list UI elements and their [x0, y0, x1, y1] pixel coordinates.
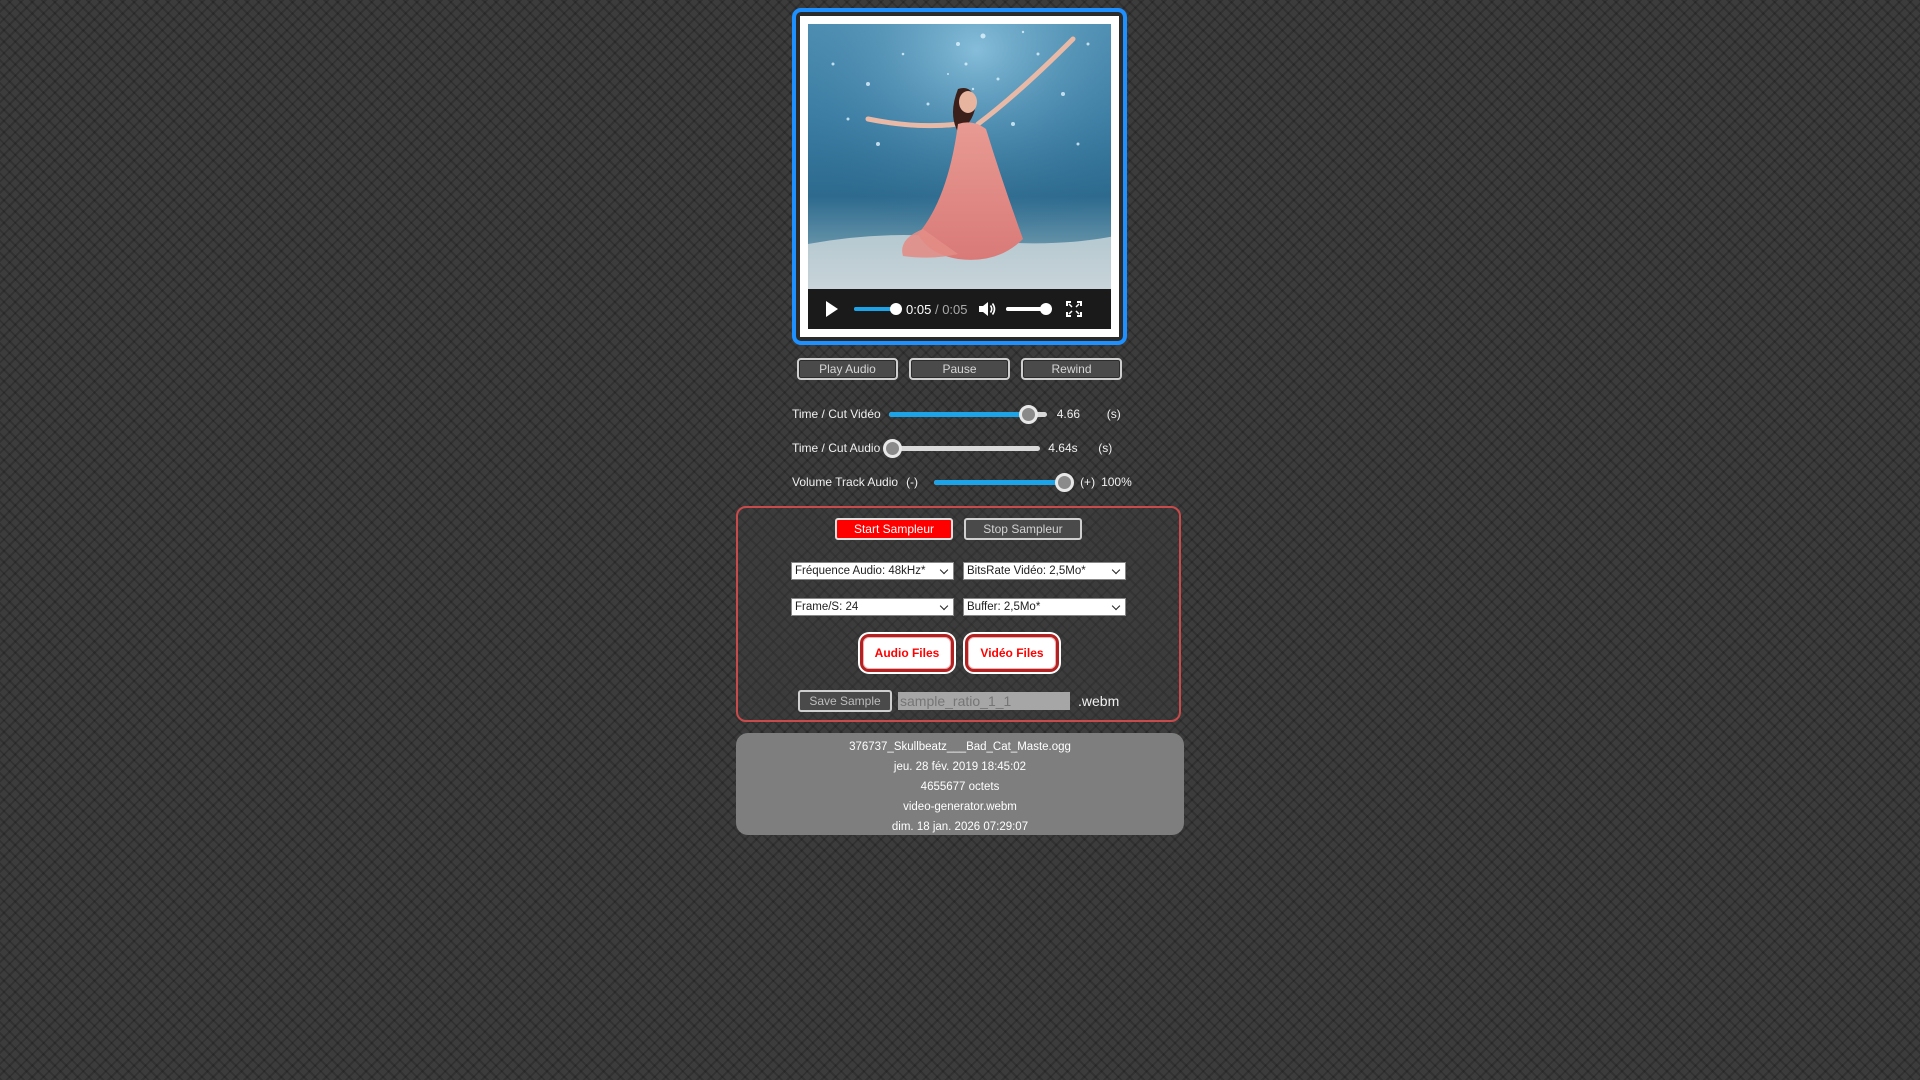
- pause-button[interactable]: Pause: [909, 358, 1010, 380]
- video-file-name: video-generator.webm: [903, 801, 1017, 813]
- buffer-value: Buffer: 2,5Mo*: [967, 601, 1041, 613]
- audio-cut-slider[interactable]: [883, 438, 1041, 458]
- sampler-panel: Start Sampleur Stop Sampleur Fréquence A…: [736, 506, 1181, 722]
- video-bitrate-value: BitsRate Vidéo: 2,5Mo*: [967, 565, 1086, 577]
- volume-icon[interactable]: [978, 301, 996, 317]
- audio-frequency-select[interactable]: Fréquence Audio: 48kHz*: [791, 562, 954, 580]
- video-bitrate-select[interactable]: BitsRate Vidéo: 2,5Mo*: [963, 562, 1126, 580]
- volume-plus-label: (+): [1080, 475, 1096, 489]
- video-cut-label: Time / Cut Vidéo: [792, 407, 881, 421]
- play-audio-button[interactable]: Play Audio: [797, 358, 898, 380]
- video-cut-knob[interactable]: [1018, 404, 1038, 424]
- volume-track-row: Volume Track Audio (-) (+) 100%: [792, 472, 1132, 492]
- chevron-down-icon: [939, 565, 949, 575]
- start-sampler-button[interactable]: Start Sampleur: [835, 518, 953, 540]
- volume-slider[interactable]: [1005, 303, 1052, 315]
- video-progress-slider[interactable]: [854, 303, 902, 315]
- sample-filename-input[interactable]: [898, 692, 1070, 710]
- audio-files-button[interactable]: Audio Files: [860, 634, 954, 672]
- video-files-button[interactable]: Vidéo Files: [965, 634, 1059, 672]
- underwater-dancer-illustration: [808, 24, 1111, 289]
- volume-track-value: 100%: [1101, 475, 1132, 489]
- time-readout: 0:05 / 0:05: [906, 302, 968, 317]
- audio-cut-label: Time / Cut Audio: [792, 441, 881, 455]
- video-player-border: 0:05 / 0:05: [800, 16, 1119, 337]
- video-player-frame: 0:05 / 0:05: [792, 8, 1127, 345]
- audio-file-name: 376737_Skullbeatz___Bad_Cat_Maste.ogg: [849, 741, 1071, 753]
- volume-track-knob[interactable]: [1055, 472, 1075, 492]
- volume-minus-label: (-): [906, 475, 919, 489]
- volume-track-label: Volume Track Audio: [792, 475, 899, 489]
- volume-knob[interactable]: [1039, 303, 1052, 315]
- current-time: 0:05: [906, 301, 932, 317]
- video-cut-slider[interactable]: [888, 404, 1047, 424]
- audio-file-date: jeu. 28 fév. 2019 18:45:02: [893, 761, 1027, 773]
- file-extension-label: .webm: [1078, 693, 1120, 709]
- fps-select[interactable]: Frame/S: 24: [791, 598, 954, 616]
- video-frame-image: [808, 24, 1111, 289]
- chevron-down-icon: [1111, 565, 1121, 575]
- chevron-down-icon: [939, 601, 949, 611]
- progress-knob[interactable]: [890, 303, 902, 315]
- video-cut-row: Time / Cut Vidéo 4.66 (s): [792, 404, 1121, 424]
- video-file-date: dim. 18 jan. 2026 07:29:07: [891, 821, 1029, 833]
- fullscreen-icon[interactable]: [1065, 301, 1082, 317]
- video-player[interactable]: 0:05 / 0:05: [808, 24, 1111, 329]
- rewind-button[interactable]: Rewind: [1021, 358, 1122, 380]
- audio-cut-value: 4.64s: [1048, 441, 1078, 455]
- stop-sampler-button[interactable]: Stop Sampleur: [964, 518, 1082, 540]
- audio-frequency-value: Fréquence Audio: 48kHz*: [795, 565, 926, 577]
- fps-value: Frame/S: 24: [795, 601, 859, 613]
- play-icon[interactable]: [826, 301, 838, 317]
- duration: 0:05: [942, 301, 968, 317]
- video-cut-unit: (s): [1106, 407, 1121, 421]
- video-cut-fill: [888, 411, 1028, 417]
- video-cut-value: 4.66: [1056, 407, 1081, 421]
- buffer-select[interactable]: Buffer: 2,5Mo*: [963, 598, 1126, 616]
- audio-cut-knob[interactable]: [883, 438, 903, 458]
- transport-buttons: Play Audio Pause Rewind: [797, 358, 1122, 380]
- chevron-down-icon: [1111, 601, 1121, 611]
- volume-track-slider[interactable]: [934, 472, 1075, 492]
- file-info-panel: 376737_Skullbeatz___Bad_Cat_Maste.ogg je…: [736, 733, 1184, 835]
- audio-cut-row: Time / Cut Audio 4.64s (s): [792, 438, 1112, 458]
- save-sample-button[interactable]: Save Sample: [798, 690, 892, 712]
- video-controls-bar: 0:05 / 0:05: [808, 289, 1111, 329]
- audio-file-size: 4655677 octets: [920, 781, 1000, 793]
- volume-track-fill: [934, 479, 1065, 485]
- audio-cut-unit: (s): [1098, 441, 1113, 455]
- time-separator: /: [934, 301, 939, 317]
